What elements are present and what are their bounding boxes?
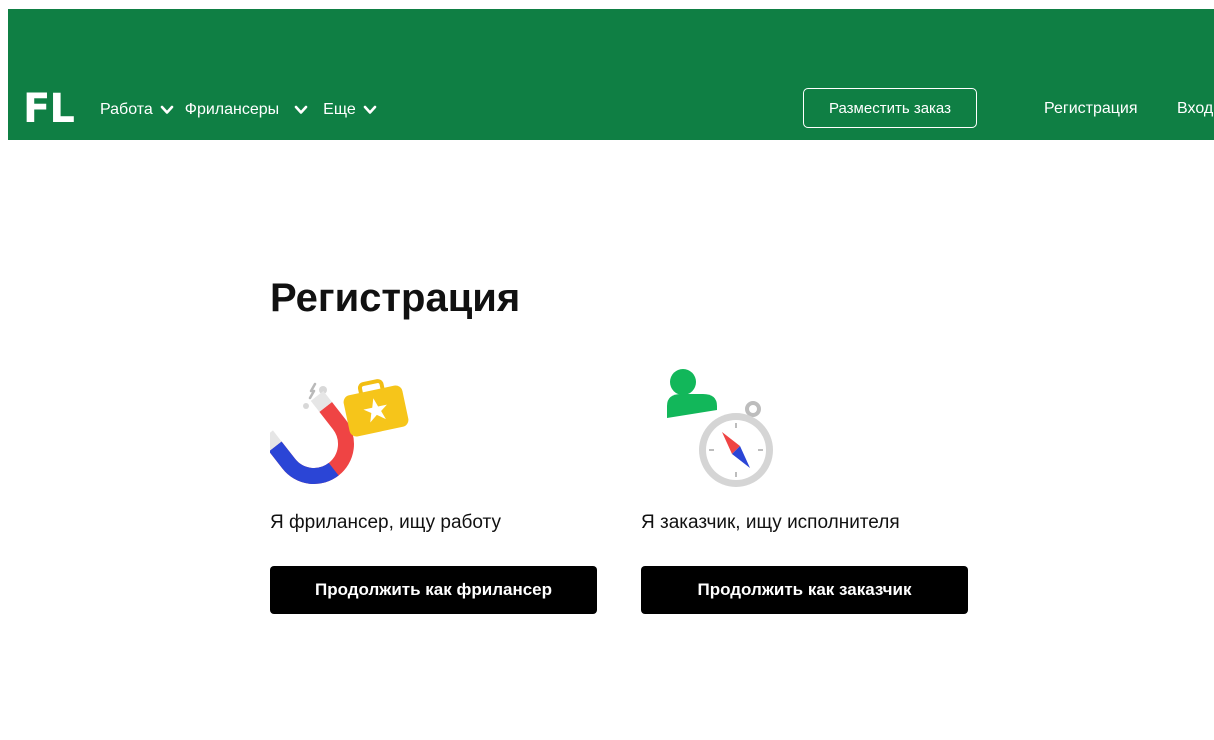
nav-item-label: Работа — [100, 101, 153, 118]
chevron-down-icon — [293, 102, 309, 118]
nav-item-label: Еще — [323, 101, 356, 118]
nav-item-label: Фрилансеры — [184, 101, 280, 118]
continue-as-customer-button[interactable]: Продолжить как заказчик — [641, 566, 968, 614]
post-order-button[interactable]: Разместить заказ — [803, 88, 977, 128]
nav-item-more[interactable]: Еще — [323, 101, 378, 119]
main-nav: Работа Фрилансеры Еще — [100, 98, 388, 122]
freelancer-description: Я фрилансер, ищу работу — [270, 512, 501, 533]
register-link[interactable]: Регистрация — [1044, 98, 1138, 120]
logo[interactable]: FL — [23, 85, 75, 133]
magnet-briefcase-icon — [260, 360, 420, 500]
top-strip — [0, 0, 1214, 9]
page: FL Работа Фрилансеры Еще Разместить зака… — [0, 0, 1214, 740]
nav-item-freelancers[interactable]: Фрилансеры — [185, 101, 309, 119]
person-compass-icon — [641, 360, 791, 500]
chevron-down-icon — [362, 102, 378, 118]
nav-item-work[interactable]: Работа — [100, 101, 175, 119]
customer-description: Я заказчик, ищу исполнителя — [641, 512, 900, 533]
continue-as-freelancer-button[interactable]: Продолжить как фрилансер — [270, 566, 597, 614]
page-title: Регистрация — [270, 276, 521, 320]
login-link[interactable]: Вход — [1177, 98, 1213, 120]
chevron-down-icon — [159, 102, 175, 118]
site-header: FL Работа Фрилансеры Еще Разместить зака… — [8, 9, 1214, 140]
